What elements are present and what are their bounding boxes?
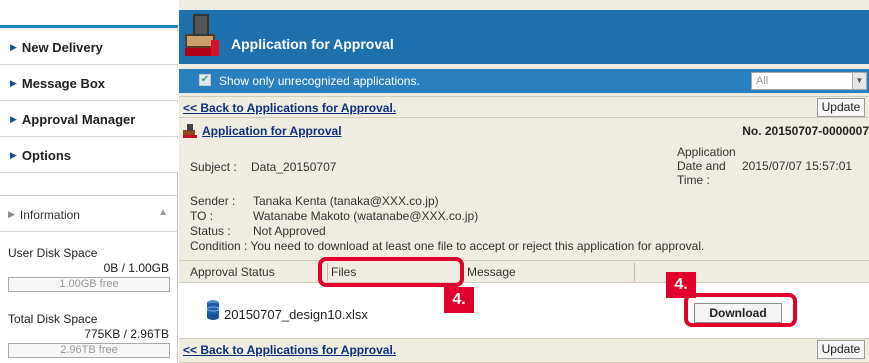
- download-highlight-box: [684, 293, 797, 327]
- total-disk-value: 775KB / 2.96TB: [84, 327, 169, 341]
- triangle-right-icon: ▶: [10, 114, 17, 124]
- app-date-label-2: Date and: [677, 159, 726, 173]
- step-badge-files: 4.: [444, 287, 474, 313]
- sidebar-topbar: [0, 0, 178, 28]
- sidebar-item-label: Message Box: [21, 76, 106, 91]
- application-heading-text[interactable]: Application for Approval: [202, 124, 342, 138]
- status-filter-value: All: [756, 75, 769, 87]
- triangle-right-icon: ▶: [10, 150, 17, 160]
- table-header: Approval Status Files Message: [179, 260, 869, 282]
- application-number: No. 20150707-0000007: [742, 124, 869, 138]
- column-divider: [634, 263, 635, 281]
- page-title: Application for Approval: [231, 36, 394, 52]
- sidebar-spacer: [0, 176, 178, 196]
- sender-label: Sender :: [190, 194, 236, 208]
- collapse-up-icon[interactable]: ▲: [158, 207, 168, 218]
- update-button[interactable]: Update: [817, 340, 865, 359]
- triangle-right-icon: ▶: [10, 78, 17, 88]
- condition-text: Condition : You need to download at leas…: [190, 239, 705, 253]
- back-to-applications-link[interactable]: << Back to Applications for Approval.: [183, 101, 396, 115]
- approval-stamp-icon: [183, 124, 197, 138]
- application-heading: Application for Approval: [183, 124, 342, 138]
- back-row-bottom: << Back to Applications for Approval. Up…: [179, 338, 869, 363]
- chevron-down-icon: ▼: [852, 73, 866, 89]
- subject-label: Subject :: [190, 160, 237, 174]
- back-row-top: << Back to Applications for Approval. Up…: [179, 96, 869, 118]
- sidebar-item-label: Options: [21, 148, 72, 163]
- title-bar: Application for Approval: [179, 10, 869, 64]
- database-icon: [207, 300, 219, 320]
- app-date-label-3: Time :: [677, 173, 710, 187]
- show-unrecognized-label: Show only unrecognized applications.: [219, 74, 420, 88]
- sidebar-item-approval-manager[interactable]: ▶ Approval Manager: [0, 103, 178, 137]
- main-panel: Application for Approval ✔ Show only unr…: [179, 0, 869, 363]
- total-disk-bar: 2.96TB free: [8, 343, 170, 358]
- app-date-label-1: Application: [677, 145, 736, 159]
- update-button[interactable]: Update: [817, 98, 865, 117]
- to-value: Watanabe Makoto (watanabe@XXX.co.jp): [253, 209, 479, 223]
- triangle-right-icon: ▶: [8, 209, 15, 219]
- application-detail: Application for Approval No. 20150707-00…: [179, 120, 869, 260]
- information-header[interactable]: ▶ Information ▲: [0, 198, 178, 232]
- user-disk-bar: 1.00GB free: [8, 277, 170, 292]
- sidebar-item-label: Approval Manager: [21, 112, 136, 127]
- sidebar-item-new-delivery[interactable]: ▶ New Delivery: [0, 31, 178, 65]
- triangle-right-icon: ▶: [10, 42, 17, 52]
- column-approval-status: Approval Status: [190, 265, 275, 279]
- subject-value: Data_20150707: [251, 160, 337, 174]
- files-highlight-box: [318, 257, 464, 287]
- status-filter-select[interactable]: All ▼: [751, 72, 867, 90]
- information-label: Information: [19, 207, 80, 222]
- filter-bar: ✔ Show only unrecognized applications. A…: [179, 69, 869, 93]
- show-unrecognized-checkbox[interactable]: ✔: [199, 74, 211, 86]
- column-message: Message: [467, 265, 516, 279]
- sidebar: ▶ New Delivery ▶ Message Box ▶ Approval …: [0, 0, 178, 363]
- sidebar-item-options[interactable]: ▶ Options: [0, 139, 178, 173]
- to-label: TO :: [190, 209, 214, 223]
- status-value: Not Approved: [253, 224, 326, 238]
- total-disk-label: Total Disk Space: [8, 312, 98, 326]
- sidebar-item-label: New Delivery: [21, 40, 103, 55]
- sidebar-item-message-box[interactable]: ▶ Message Box: [0, 67, 178, 101]
- status-label: Status :: [190, 224, 231, 238]
- app-date-value: 2015/07/07 15:57:01: [742, 159, 853, 173]
- user-disk-value: 0B / 1.00GB: [103, 261, 169, 275]
- sender-value: Tanaka Kenta (tanaka@XXX.co.jp): [253, 194, 439, 208]
- step-badge-download: 4.: [666, 272, 696, 298]
- file-name: 20150707_design10.xlsx: [224, 307, 368, 322]
- user-disk-label: User Disk Space: [8, 246, 98, 260]
- approval-stamp-icon: [185, 14, 219, 56]
- back-to-applications-link[interactable]: << Back to Applications for Approval.: [183, 343, 396, 357]
